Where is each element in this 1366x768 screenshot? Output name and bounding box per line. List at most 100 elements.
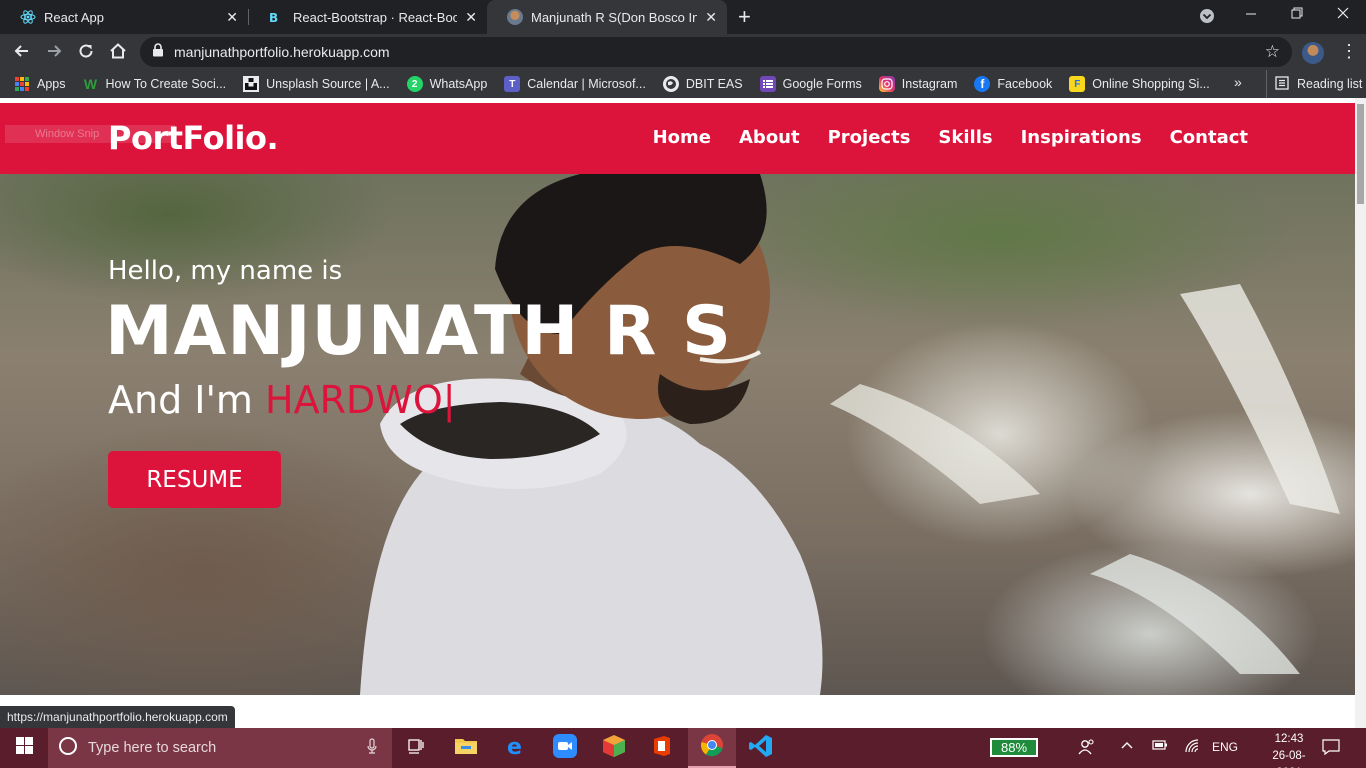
bookmark-dbit-eas[interactable]: DBIT EAS (662, 76, 743, 92)
flipkart-icon: F (1069, 76, 1086, 92)
windows-taskbar: Type here to search e 88% ENG 12:43 26-0… (0, 728, 1366, 768)
chevron-up-icon[interactable] (1120, 738, 1134, 755)
new-tab-button[interactable]: + (738, 6, 751, 28)
tab-title: Manjunath R S(Don Bosco Institute (531, 9, 698, 25)
svg-text:B: B (269, 11, 278, 25)
battery-indicator[interactable]: 88% (990, 738, 1038, 757)
task-view-button[interactable] (392, 728, 440, 768)
bookmark-label: Google Forms (782, 77, 862, 91)
taskbar-office[interactable] (638, 728, 686, 768)
taskbar-clock[interactable]: 12:43 26-08-2021 (1260, 731, 1318, 768)
page-viewport: Window Snip PortFolio. Home About Projec… (0, 98, 1366, 728)
close-icon[interactable]: ✕ (465, 9, 477, 26)
back-icon[interactable] (11, 41, 33, 63)
hero-greeting: Hello, my name is (108, 256, 343, 286)
taskbar-chrome[interactable] (688, 728, 736, 768)
forward-icon[interactable] (43, 41, 65, 63)
bookmark-whatsapp[interactable]: 2 WhatsApp (406, 76, 488, 92)
windows-logo-icon (15, 737, 33, 759)
bookmark-unsplash[interactable]: Unsplash Source | A... (243, 76, 390, 92)
nav-projects[interactable]: Projects (828, 127, 911, 148)
taskbar-vscode[interactable] (737, 728, 785, 768)
hero-section: Hello, my name is MANJUNATH R S And I'm … (0, 174, 1355, 695)
reading-list-button[interactable]: Reading list (1266, 70, 1362, 98)
bookmark-facebook[interactable]: f Facebook (974, 76, 1052, 92)
nav-inspirations[interactable]: Inspirations (1021, 127, 1142, 148)
restore-icon[interactable] (1290, 6, 1304, 24)
tab-react-app[interactable]: React App ✕ (0, 0, 248, 34)
tab-title: React App (44, 9, 104, 25)
site-brand[interactable]: PortFolio. (108, 119, 279, 157)
search-placeholder: Type here to search (88, 740, 217, 756)
bookmark-label: Facebook (997, 77, 1053, 91)
cube-app-icon (602, 734, 626, 763)
bookmark-calendar[interactable]: T Calendar | Microsof... (504, 76, 646, 92)
bookmark-apps[interactable]: Apps (14, 76, 66, 92)
edge-icon: e (505, 735, 527, 762)
scrollbar-thumb[interactable] (1357, 104, 1364, 204)
office-icon (652, 735, 672, 762)
taskbar-edge[interactable]: e (492, 728, 540, 768)
clock-date: 26-08-2021 (1272, 750, 1306, 768)
bookmark-instagram[interactable]: Instagram (878, 76, 958, 92)
chrome-icon (700, 733, 724, 762)
close-icon[interactable]: ✕ (705, 9, 717, 26)
globe-icon (662, 76, 679, 92)
menu-icon[interactable]: ⋮ (1340, 41, 1358, 61)
reload-icon[interactable] (75, 41, 97, 63)
close-icon[interactable]: ✕ (226, 9, 238, 26)
hero-name: MANJUNATH R S (105, 292, 732, 371)
page-scrollbar[interactable] (1355, 98, 1366, 728)
url-text[interactable]: manjunathportfolio.herokuapp.com (174, 44, 390, 60)
home-icon[interactable] (107, 41, 129, 63)
taskbar-cube-app[interactable] (590, 728, 638, 768)
instagram-icon (878, 76, 895, 92)
bookmark-online-shopping[interactable]: F Online Shopping Si... (1069, 76, 1210, 92)
lock-icon[interactable] (152, 42, 164, 62)
bookmark-google-forms[interactable]: Google Forms (759, 76, 862, 92)
google-forms-icon (759, 76, 776, 92)
nav-about[interactable]: About (739, 127, 800, 148)
hero-role: And I'm HARDWO| (108, 378, 456, 422)
microphone-icon[interactable] (366, 738, 378, 759)
people-icon[interactable] (1078, 738, 1096, 759)
address-bar[interactable]: manjunathportfolio.herokuapp.com ☆ (140, 37, 1292, 67)
nav-contact[interactable]: Contact (1170, 127, 1248, 148)
language-indicator[interactable]: ENG (1212, 740, 1238, 754)
taskbar-file-explorer[interactable] (442, 728, 490, 768)
svg-text:e: e (507, 735, 522, 757)
profile-avatar[interactable] (1302, 42, 1324, 64)
start-button[interactable] (0, 728, 48, 768)
tab-portfolio[interactable]: Manjunath R S(Don Bosco Institute ✕ (487, 0, 727, 34)
whatsapp-icon: 2 (406, 76, 423, 92)
folder-icon (454, 736, 478, 761)
facebook-icon: f (974, 76, 991, 92)
bookmark-label: Instagram (901, 77, 958, 91)
bookmarks-overflow-button[interactable]: » (1234, 74, 1242, 90)
resume-button[interactable]: RESUME (108, 451, 281, 508)
nav-home[interactable]: Home (653, 127, 711, 148)
bookmark-star-icon[interactable]: ☆ (1265, 42, 1280, 62)
taskbar-search[interactable]: Type here to search (48, 728, 392, 768)
close-window-icon[interactable] (1336, 6, 1350, 24)
minimize-icon[interactable] (1244, 6, 1258, 24)
reading-list-icon (1275, 75, 1289, 93)
tab-react-bootstrap[interactable]: B React-Bootstrap · React-Bootstrap ✕ (249, 0, 487, 34)
bookmark-label: WhatsApp (429, 77, 488, 91)
bootstrap-icon: B (269, 9, 285, 25)
status-bar-url: https://manjunathportfolio.herokuapp.com (0, 706, 235, 728)
vscode-icon (749, 734, 773, 763)
notification-icon[interactable] (1322, 738, 1340, 761)
bookmark-label: How To Create Soci... (105, 77, 227, 91)
zoom-icon (553, 733, 577, 763)
nav-skills[interactable]: Skills (938, 127, 992, 148)
site-nav: Home About Projects Skills Inspirations … (625, 127, 1248, 148)
battery-icon[interactable] (1152, 738, 1168, 755)
profile-photo-icon (507, 9, 523, 25)
wifi-icon[interactable] (1184, 738, 1200, 757)
bookmark-how-to-create[interactable]: W How To Create Soci... (83, 76, 227, 92)
unsplash-icon (243, 76, 260, 92)
task-view-icon (406, 737, 426, 760)
tab-search-icon[interactable] (1199, 8, 1215, 28)
taskbar-zoom[interactable] (541, 728, 589, 768)
